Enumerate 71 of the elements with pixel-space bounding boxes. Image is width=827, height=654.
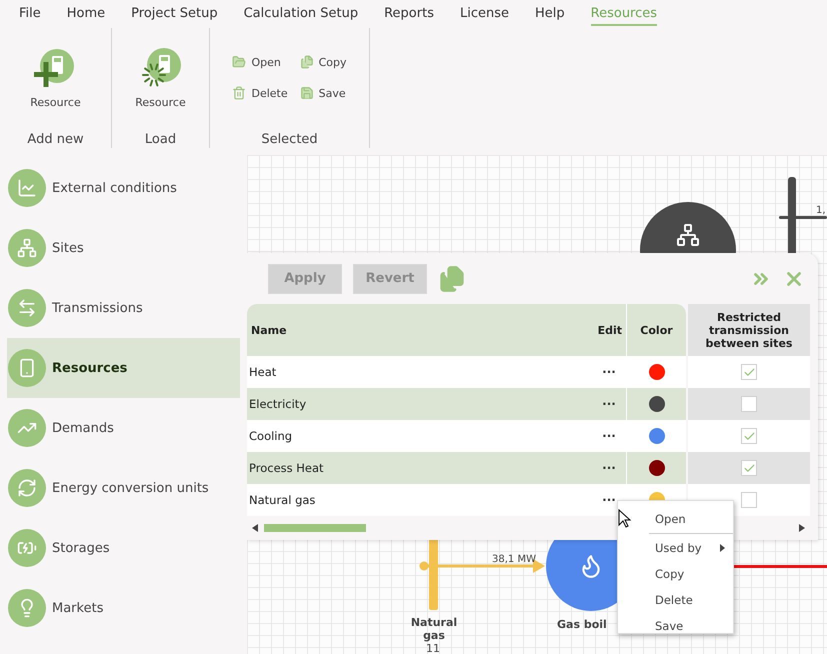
menu-tab[interactable]: Project Setup: [131, 6, 218, 26]
sidebar-item[interactable]: Energy conversion units: [7, 458, 240, 518]
check-icon: [742, 462, 756, 474]
column-header: Name: [247, 304, 592, 356]
more-button[interactable]: ···: [592, 452, 626, 484]
menu-tab[interactable]: License: [460, 6, 509, 26]
more-button[interactable]: ···: [592, 388, 626, 420]
group-caption: Selected: [261, 132, 318, 148]
checkbox[interactable]: [741, 396, 757, 412]
check-icon: [742, 366, 756, 378]
bus-number: 11: [426, 642, 440, 654]
menu-tab[interactable]: Calculation Setup: [244, 6, 358, 26]
toolbar-button[interactable]: Delete: [232, 86, 288, 100]
sidebar-item[interactable]: External conditions: [7, 158, 240, 218]
checkbox[interactable]: [741, 428, 757, 444]
bar-chart-icon: [8, 409, 46, 447]
bus-label: Natural gas: [410, 616, 458, 642]
more-button[interactable]: ···: [592, 356, 626, 388]
network-icon: [8, 229, 46, 267]
unit-label: Gas boil: [557, 618, 607, 631]
edge-label: 1,: [816, 205, 826, 216]
scroll-right-icon[interactable]: [799, 524, 805, 532]
toolbar-button[interactable]: Save: [300, 86, 347, 100]
flow-label: 38,1 MW: [492, 554, 536, 565]
submenu-arrow-icon: [720, 544, 725, 552]
checkbox[interactable]: [741, 492, 757, 508]
column-header: Color: [626, 304, 686, 356]
battery-icon: [8, 529, 46, 567]
menu-item[interactable]: Used by: [618, 535, 733, 561]
group-caption: Load: [144, 132, 176, 148]
scrollbar-thumb[interactable]: [264, 524, 366, 532]
table-cell: Natural gas: [247, 484, 592, 516]
sidebar-item[interactable]: Resources: [7, 338, 240, 398]
menu-tab[interactable]: Reports: [384, 6, 434, 26]
sidebar-item[interactable]: Sites: [7, 218, 240, 278]
chart-icon: [8, 169, 46, 207]
lightbulb-icon: [8, 589, 46, 627]
checkbox[interactable]: [741, 364, 757, 380]
toolbar-button[interactable]: Copy: [300, 55, 347, 69]
network-icon: [676, 223, 700, 247]
sidebar-item[interactable]: Demands: [7, 398, 240, 458]
column-header: Edit: [592, 304, 626, 356]
menu-tab[interactable]: Help: [535, 6, 565, 26]
menu-tab[interactable]: File: [19, 6, 41, 26]
table-cell: Process Heat: [247, 452, 592, 484]
column-header: Restricted transmission between sites: [686, 304, 810, 356]
table-cell: Electricity: [247, 388, 592, 420]
refresh-icon: [8, 469, 46, 507]
menu-tab[interactable]: Home: [66, 6, 106, 26]
resource-button[interactable]: Resource: [135, 48, 186, 109]
menu-item[interactable]: Delete: [618, 587, 733, 613]
folder-icon: [232, 55, 246, 69]
toolbar-button[interactable]: Open: [232, 55, 288, 69]
trash-icon: [232, 86, 246, 100]
more-button[interactable]: ···: [592, 420, 626, 452]
sidebar-item[interactable]: Storages: [7, 518, 240, 578]
device-icon: [8, 349, 46, 387]
checkbox[interactable]: [741, 460, 757, 476]
resource-button[interactable]: Resource: [30, 48, 81, 109]
menu-item[interactable]: Save: [618, 613, 733, 639]
scroll-left-icon[interactable]: [252, 524, 258, 532]
arrows-icon: [8, 289, 46, 327]
connection-line: [779, 216, 827, 219]
sidebar-item[interactable]: Transmissions: [7, 278, 240, 338]
table-cell: Heat: [247, 356, 592, 388]
table-cell: Cooling: [247, 420, 592, 452]
check-icon: [742, 430, 756, 442]
group-caption: Add new: [27, 132, 84, 148]
sidebar-item[interactable]: Markets: [7, 578, 240, 638]
menu-item[interactable]: Copy: [618, 561, 733, 587]
save-icon: [300, 86, 314, 100]
